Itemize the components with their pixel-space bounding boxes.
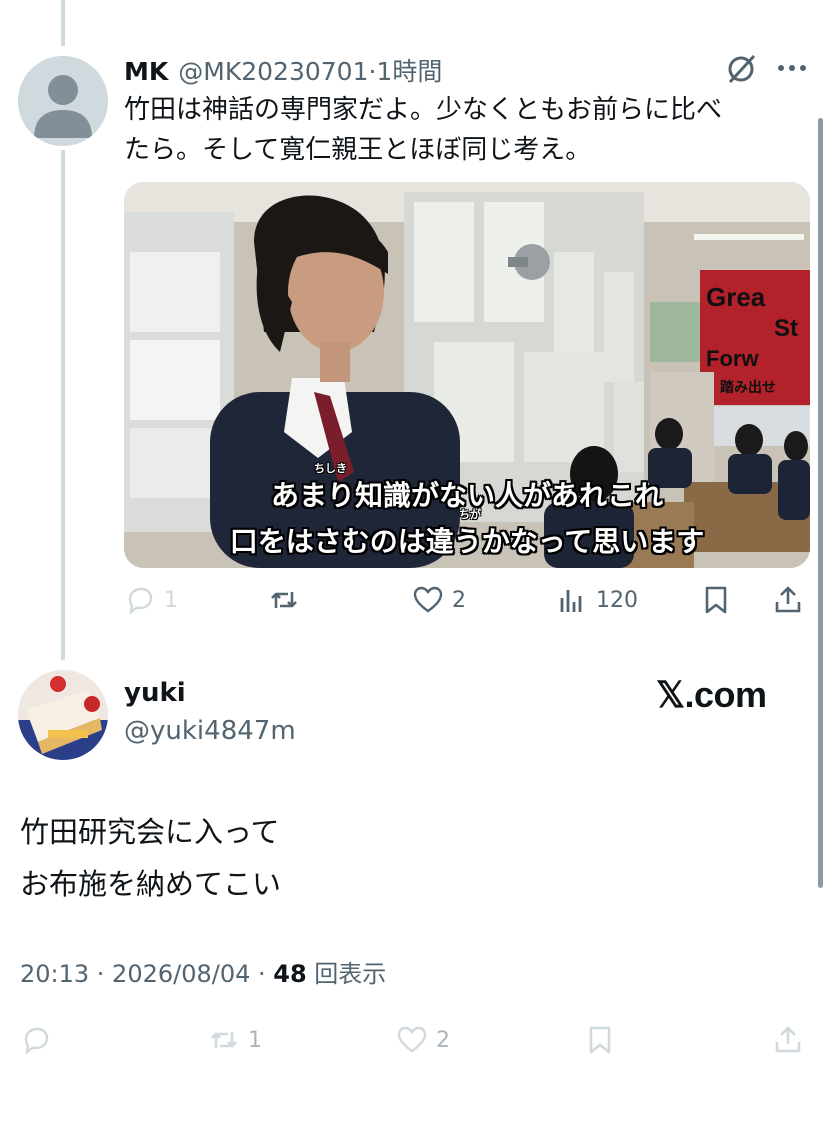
banner-text: Forw <box>706 346 759 371</box>
reply-media-image[interactable]: Grea St Forw 踏み出せ ちしき ちが あまり知識がない人があれこれ … <box>124 182 810 568</box>
reply-icon <box>128 587 153 615</box>
avatar[interactable] <box>18 670 108 760</box>
reply-author-handle[interactable]: @MK20230701 <box>178 57 368 86</box>
bookmark-button[interactable] <box>700 584 732 616</box>
tweet-text: 竹田研究会に入って お布施を納めてこい <box>20 806 281 910</box>
repost-icon <box>211 1032 237 1048</box>
heart-icon <box>413 586 443 613</box>
repost-button[interactable] <box>268 584 308 616</box>
repost-icon <box>271 592 297 608</box>
bookmark-icon <box>589 1026 611 1054</box>
views-button[interactable]: 120 <box>556 584 638 616</box>
reply-text-line: たら。そして寛仁親王とほぼ同じ考え。 <box>124 135 592 165</box>
reply-count: 1 <box>164 587 178 613</box>
previous-tweet-actions <box>0 0 828 6</box>
reply-header: MK @MK20230701 · 1時間 <box>124 52 442 88</box>
bookmark-icon <box>705 586 727 614</box>
like-count: 2 <box>436 1027 450 1053</box>
scrollbar[interactable] <box>818 118 823 888</box>
tweet-text-line: お布施を納めてこい <box>20 867 282 901</box>
like-count: 2 <box>452 587 466 613</box>
x-com-watermark: 𝕏.com <box>656 674 767 715</box>
separator-dot: · <box>368 57 377 86</box>
reply-author-name[interactable]: MK <box>124 57 168 86</box>
reply-button[interactable]: 1 <box>124 584 178 616</box>
video-subtitle-line: 口をはさむのは違うかなって思います <box>229 525 705 558</box>
view-count: 48 <box>273 960 307 988</box>
heart-icon <box>397 1026 427 1053</box>
reply-text: 竹田は神話の専門家だよ。少なくともお前らに比べ たら。そして寛仁親王とほぼ同じ考… <box>124 90 804 170</box>
reply-icon <box>24 1027 49 1055</box>
thread-line-top <box>61 0 65 46</box>
tweet-meta: 20:13 · 2026/08/04 · 48 回表示 <box>20 954 386 989</box>
like-button[interactable]: 2 <box>396 1024 450 1056</box>
share-button[interactable] <box>772 584 804 616</box>
reply-timestamp[interactable]: 1時間 <box>376 52 442 88</box>
author-handle[interactable]: @yuki4847m <box>124 716 296 746</box>
views-icon <box>560 590 582 612</box>
share-icon <box>775 586 801 613</box>
bookmark-button[interactable] <box>584 1024 616 1056</box>
author-name[interactable]: yuki <box>124 678 186 708</box>
more-icon[interactable] <box>776 58 808 78</box>
grok-icon[interactable] <box>724 52 758 86</box>
banner-text: St <box>774 315 798 342</box>
banner-text: Grea <box>706 282 766 312</box>
share-button[interactable] <box>772 1024 804 1056</box>
banner-text: 踏み出せ <box>720 379 776 396</box>
reply-text-line: 竹田は神話の専門家だよ。少なくともお前らに比べ <box>124 95 723 125</box>
view-label: 回表示 <box>306 960 387 988</box>
share-icon <box>775 1026 801 1053</box>
tweet-text-line: 竹田研究会に入って <box>20 815 280 849</box>
tweet-timestamp[interactable]: 20:13 · 2026/08/04 · <box>20 960 273 988</box>
views-count: 120 <box>596 587 638 613</box>
repost-button[interactable]: 1 <box>208 1024 262 1056</box>
reply-button[interactable] <box>20 1024 52 1056</box>
repost-count: 1 <box>248 1027 262 1053</box>
video-subtitle-line: あまり知識がない人があれこれ <box>270 479 663 512</box>
thread-line <box>61 150 65 660</box>
default-avatar-icon[interactable] <box>18 56 108 146</box>
like-button[interactable]: 2 <box>412 584 466 616</box>
